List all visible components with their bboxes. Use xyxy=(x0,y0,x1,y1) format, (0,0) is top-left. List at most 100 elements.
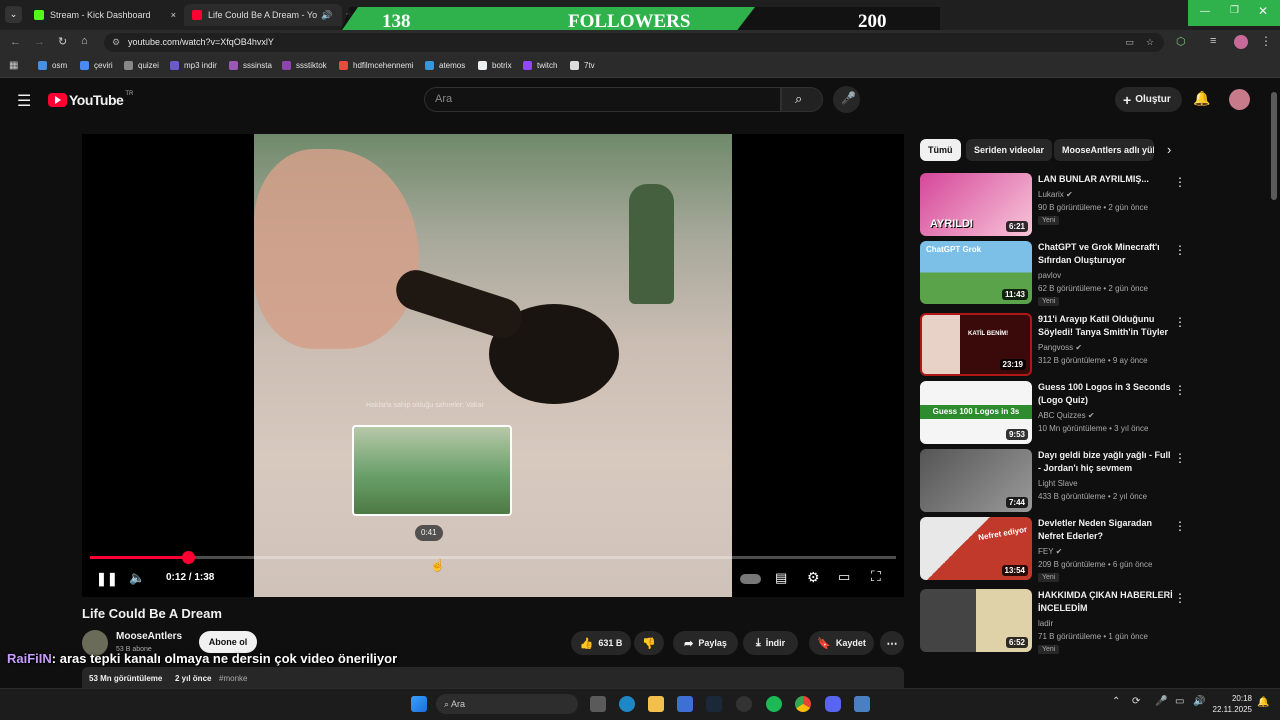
share-button[interactable]: ➦ Paylaş xyxy=(673,631,738,655)
save-button[interactable]: 🔖 Kaydet xyxy=(809,631,874,655)
recommendation-item[interactable]: 7:44 Dayı geldi bize yağlı yağlı - Full … xyxy=(920,449,1190,513)
recommendation-title[interactable]: HAKKIMDA ÇIKAN HABERLERİ İNCELEDİM xyxy=(1038,589,1176,615)
recommendation-item[interactable]: Guess 100 Logos in 3s 9:53 Guess 100 Log… xyxy=(920,381,1190,445)
browser-menu-icon[interactable]: ⋮ xyxy=(1260,34,1272,48)
tab-close-icon[interactable]: × xyxy=(171,10,176,20)
fullscreen-button[interactable]: ⛶ xyxy=(871,568,881,585)
search-button[interactable]: ⌕ xyxy=(781,87,823,112)
bookmark-hdfilmcehennemi[interactable]: hdfilmcehennemi xyxy=(339,61,413,70)
task-view-icon[interactable] xyxy=(590,696,606,712)
bookmark-twitch[interactable]: twitch xyxy=(523,61,557,70)
download-button[interactable]: ⤓ İndir xyxy=(743,631,798,655)
maximize-icon[interactable]: ❐ xyxy=(1230,5,1239,16)
windows-start-icon[interactable] xyxy=(411,696,427,712)
app-icon[interactable] xyxy=(854,696,870,712)
recommendation-title[interactable]: Devletler Neden Sigaradan Nefret Ederler… xyxy=(1038,517,1176,543)
bookmark-quizei[interactable]: quizei xyxy=(124,61,159,70)
volume-button[interactable]: 🔈 xyxy=(129,570,145,586)
address-bar[interactable]: ⚙ youtube.com/watch?v=XfqOB4hvxlY ▭ ☆ xyxy=(104,33,1164,52)
notifications-icon[interactable]: 🔔 xyxy=(1193,90,1210,107)
recommendation-title[interactable]: ChatGPT ve Grok Minecraft'ı Sıfırdan Olu… xyxy=(1038,241,1176,267)
channel-name[interactable]: MooseAntlers xyxy=(116,631,182,642)
forward-icon[interactable]: → xyxy=(34,36,45,48)
scrollbar-thumb[interactable] xyxy=(1271,92,1277,200)
chip-series[interactable]: Seriden videolar xyxy=(966,139,1053,161)
home-icon[interactable]: ⌂ xyxy=(81,35,88,47)
hashtag[interactable]: #monke xyxy=(219,674,247,683)
recommendation-item[interactable]: ChatGPT Grok 11:43 ChatGPT ve Grok Minec… xyxy=(920,241,1190,306)
recommendation-title[interactable]: LAN BUNLAR AYRILMIŞ... xyxy=(1038,173,1176,186)
bookmark-7tv[interactable]: 7tv xyxy=(570,61,595,70)
autoplay-toggle[interactable] xyxy=(740,574,761,584)
video-player[interactable]: Haklarla sahip olduğu sahneler: Vakar xyxy=(82,134,904,597)
chip-all[interactable]: Tümü xyxy=(920,139,961,161)
discord-icon[interactable] xyxy=(825,696,841,712)
tray-sync-icon[interactable]: ⟳ xyxy=(1132,696,1140,707)
steam-icon[interactable] xyxy=(706,696,722,712)
chip-channel-uploads[interactable]: MooseAntlers adlı yüklen xyxy=(1054,139,1154,161)
tab-youtube-video[interactable]: Life Could Be A Dream - Yo 🔊 xyxy=(184,4,342,26)
taskbar-clock[interactable]: 20:18 22.11.2025 xyxy=(1208,693,1252,715)
video-thumbnail[interactable]: Guess 100 Logos in 3s 9:53 xyxy=(920,381,1032,444)
video-thumbnail[interactable]: Nefret ediyor 13:54 xyxy=(920,517,1032,580)
bookmark-ceviri[interactable]: çeviri xyxy=(80,61,113,70)
youtube-logo[interactable]: YouTube TR xyxy=(48,91,133,108)
video-thumbnail[interactable]: ChatGPT Grok 11:43 xyxy=(920,241,1032,304)
more-vertical-icon[interactable]: ⋮ xyxy=(1174,315,1186,329)
more-vertical-icon[interactable]: ⋮ xyxy=(1174,519,1186,533)
more-vertical-icon[interactable]: ⋮ xyxy=(1174,243,1186,257)
chips-next-icon[interactable]: › xyxy=(1167,142,1171,157)
bookmark-star-icon[interactable]: ☆ xyxy=(1146,33,1154,52)
tab-kick-dashboard[interactable]: Stream - Kick Dashboard × xyxy=(26,4,182,26)
subtitles-button[interactable]: ▤ xyxy=(775,570,787,586)
chrome-icon[interactable] xyxy=(795,696,811,712)
reload-icon[interactable]: ↻ xyxy=(58,35,67,48)
bookmark-ssstiktok[interactable]: ssstiktok xyxy=(282,61,327,70)
bookmark-osm[interactable]: osm xyxy=(38,61,67,70)
recommendation-item[interactable]: AYRILDI 6:21 LAN BUNLAR AYRILMIŞ... Luka… xyxy=(920,173,1190,237)
voice-search-button[interactable]: 🎤 xyxy=(833,86,860,113)
tab-search-button[interactable]: ⌄ xyxy=(5,6,22,23)
more-vertical-icon[interactable]: ⋮ xyxy=(1174,383,1186,397)
media-control-icon[interactable]: ≡ xyxy=(1210,35,1216,47)
file-explorer-icon[interactable] xyxy=(648,696,664,712)
pause-button[interactable]: ❚❚ xyxy=(96,571,118,587)
recommendation-title[interactable]: 911'i Arayıp Katil Olduğunu Söyledi! Tan… xyxy=(1038,313,1176,340)
recommendation-item[interactable]: Nefret ediyor 13:54 Devletler Neden Siga… xyxy=(920,517,1190,582)
bookmark-sssinsta[interactable]: sssinsta xyxy=(229,61,272,70)
extensions-icon[interactable]: ⬡ xyxy=(1176,35,1186,48)
tray-microphone-icon[interactable]: 🎤 xyxy=(1155,696,1167,707)
more-vertical-icon[interactable]: ⋮ xyxy=(1174,175,1186,189)
notification-bell-icon[interactable]: 🔔 xyxy=(1257,697,1269,708)
tray-chevron-icon[interactable]: ⌃ xyxy=(1112,696,1120,707)
obs-icon[interactable] xyxy=(736,696,752,712)
search-input[interactable]: Ara xyxy=(424,87,781,112)
bookmark-mp3-indir[interactable]: mp3 indir xyxy=(170,61,217,70)
account-avatar[interactable] xyxy=(1229,89,1250,110)
edge-icon[interactable] xyxy=(619,696,635,712)
back-icon[interactable]: ← xyxy=(10,36,21,48)
create-button[interactable]: + Oluştur xyxy=(1115,87,1182,112)
recommendation-title[interactable]: Guess 100 Logos in 3 Seconds (Logo Quiz) xyxy=(1038,381,1176,407)
settings-gear-icon[interactable]: ⚙ xyxy=(807,569,820,586)
site-info-icon[interactable]: ⚙ xyxy=(112,33,120,52)
dislike-button[interactable]: 👎 xyxy=(634,631,664,655)
subscribe-button[interactable]: Abone ol xyxy=(199,631,257,653)
store-icon[interactable] xyxy=(677,696,693,712)
tray-network-icon[interactable]: ▭ xyxy=(1175,696,1184,707)
like-button[interactable]: 👍 631 B xyxy=(571,631,631,655)
video-thumbnail[interactable]: 6:52 xyxy=(920,589,1032,652)
hamburger-menu-icon[interactable]: ☰ xyxy=(17,91,31,111)
video-thumbnail[interactable]: KATİL BENİM! 23:19 xyxy=(920,313,1032,376)
video-thumbnail[interactable]: AYRILDI 6:21 xyxy=(920,173,1032,236)
bookmark-botrix[interactable]: botrix xyxy=(478,61,512,70)
close-window-icon[interactable]: ✕ xyxy=(1258,4,1268,18)
recommendation-item[interactable]: 6:52 HAKKIMDA ÇIKAN HABERLERİ İNCELEDİM … xyxy=(920,589,1190,654)
video-thumbnail[interactable]: 7:44 xyxy=(920,449,1032,512)
apps-grid-icon[interactable]: ▦ xyxy=(9,60,18,71)
bookmark-atemos[interactable]: atemos xyxy=(425,61,465,70)
recommendation-title[interactable]: Dayı geldi bize yağlı yağlı - Full - Jor… xyxy=(1038,449,1176,475)
progress-bar[interactable] xyxy=(90,556,896,559)
recommendation-item[interactable]: KATİL BENİM! 23:19 911'i Arayıp Katil Ol… xyxy=(920,313,1190,377)
tray-volume-icon[interactable]: 🔊 xyxy=(1193,696,1205,707)
